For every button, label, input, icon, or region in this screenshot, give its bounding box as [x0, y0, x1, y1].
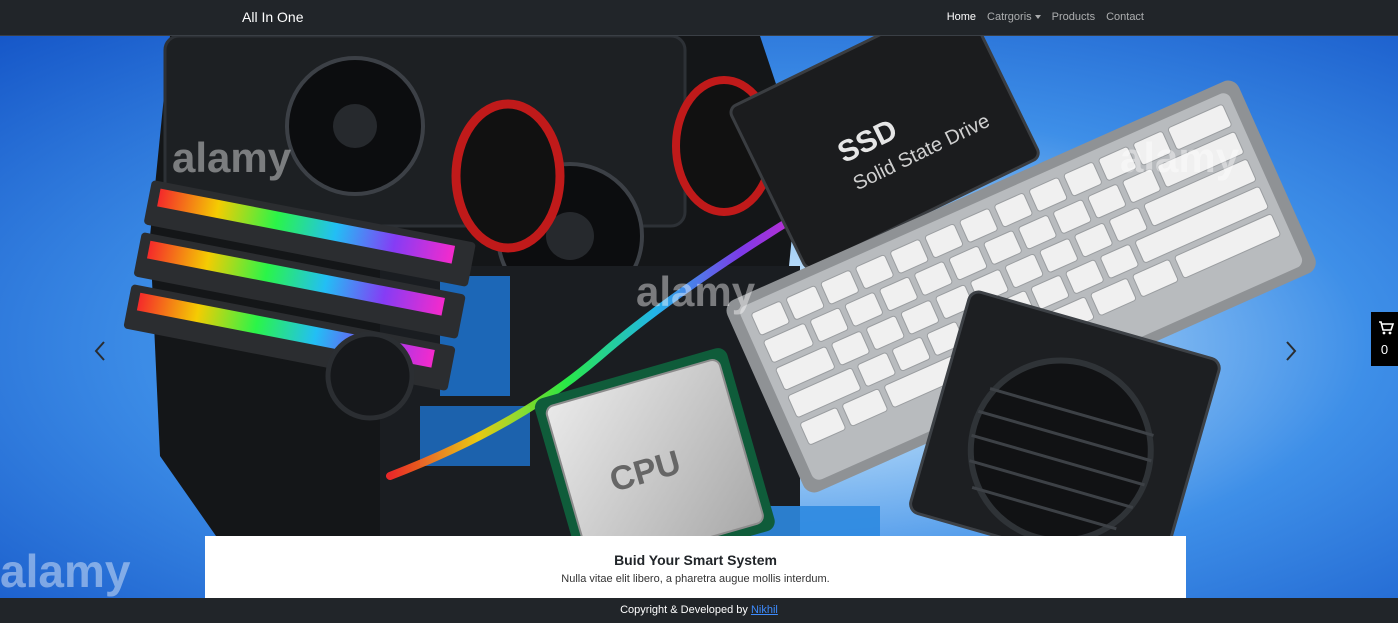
- caret-down-icon: [1034, 15, 1041, 19]
- carousel-next-button[interactable]: [1277, 326, 1307, 376]
- cart-widget[interactable]: 0: [1371, 312, 1398, 366]
- caption-text: Nulla vitae elit libero, a pharetra augu…: [561, 573, 830, 585]
- hero-image: SSD Solid State Drive CPU: [123, 36, 1316, 598]
- watermark-text: alamy: [1120, 134, 1240, 181]
- chevron-left-icon: [94, 341, 105, 361]
- nav-menu: Home Catrgoris Products Contact: [947, 11, 1144, 23]
- nav-item-home[interactable]: Home: [947, 11, 976, 23]
- nav-item-categories[interactable]: Catrgoris: [987, 11, 1041, 23]
- brand-logo[interactable]: All In One: [242, 9, 303, 25]
- watermark-text: alamy: [636, 268, 756, 315]
- cart-count: 0: [1380, 342, 1389, 357]
- carousel-prev-button[interactable]: [86, 326, 116, 376]
- navbar: All In One Home Catrgoris Products Conta…: [0, 0, 1398, 36]
- footer: Copyright & Developed by Nikhil: [0, 598, 1398, 623]
- footer-text: Copyright & Developed by: [620, 604, 748, 616]
- footer-author-link[interactable]: Nikhil: [751, 604, 778, 616]
- hero-carousel: SSD Solid State Drive CPU alamy alamy al…: [0, 36, 1398, 598]
- carousel-caption: Buid Your Smart System Nulla vitae elit …: [205, 536, 1186, 598]
- watermark-text: alamy: [0, 545, 131, 597]
- watermark-text: alamy: [172, 134, 292, 181]
- caption-title: Buid Your Smart System: [614, 552, 777, 568]
- nav-item-contact[interactable]: Contact: [1106, 11, 1144, 23]
- nav-item-products[interactable]: Products: [1052, 11, 1095, 23]
- chevron-right-icon: [1286, 341, 1297, 361]
- cart-icon: [1379, 321, 1395, 335]
- nav-item-categories-label: Catrgoris: [987, 11, 1032, 23]
